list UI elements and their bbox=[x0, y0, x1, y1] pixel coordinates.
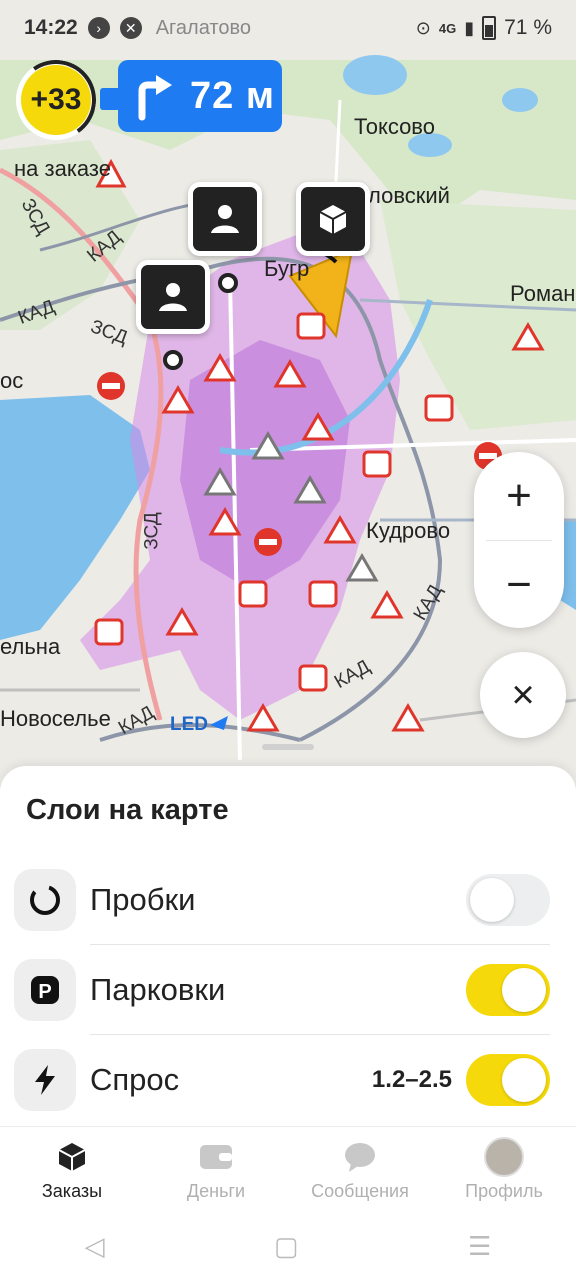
toggle-knob bbox=[502, 968, 546, 1012]
tab-label: Заказы bbox=[41, 1180, 103, 1201]
zoom-control: + − bbox=[474, 452, 564, 628]
box-icon bbox=[58, 1142, 86, 1171]
parking-toggle[interactable] bbox=[466, 964, 550, 1016]
sheet-title: Слои на карте bbox=[26, 794, 229, 826]
activity-score-badge[interactable]: +33 bbox=[9, 53, 103, 147]
tab-label: Деньги bbox=[186, 1180, 246, 1201]
person-icon bbox=[211, 205, 239, 233]
demand-toggle[interactable] bbox=[466, 1054, 550, 1106]
map-label-romanov: Романов bbox=[510, 281, 576, 306]
map-label-elna: ельна bbox=[0, 634, 61, 659]
toggle-knob bbox=[502, 1058, 546, 1102]
status-bar: 14:22 › ✕ Агалатово ⊙ 4G ▮ 71 % bbox=[0, 0, 576, 56]
home-icon[interactable]: ▢ bbox=[274, 1231, 299, 1262]
tab-messages[interactable]: Сообщения bbox=[288, 1127, 432, 1213]
map-label-lovsky: ловский bbox=[368, 183, 450, 208]
map-label-zsd-1: ЗСД bbox=[141, 512, 163, 550]
map-label-bugry: Бугр bbox=[264, 256, 310, 281]
turn-right-arrow-icon bbox=[138, 75, 172, 121]
tab-label: Сообщения bbox=[311, 1180, 409, 1201]
layer-row-demand[interactable]: Спрос 1.2–2.5 bbox=[14, 1036, 550, 1124]
menu-icon[interactable]: ☰ bbox=[468, 1231, 491, 1262]
traffic-icon bbox=[14, 869, 76, 931]
toggle-knob bbox=[470, 878, 514, 922]
navigation-instruction[interactable]: 72 м bbox=[118, 60, 282, 132]
traffic-toggle[interactable] bbox=[466, 874, 550, 926]
map-label-toksovo: Токсово bbox=[354, 114, 435, 139]
package-icon bbox=[319, 205, 347, 234]
layer-label: Спрос bbox=[90, 1062, 180, 1097]
navigation-distance: 72 м bbox=[190, 74, 275, 117]
parking-icon: P bbox=[14, 959, 76, 1021]
order-pin-person-1[interactable] bbox=[188, 182, 262, 256]
demand-range: 1.2–2.5 bbox=[371, 1066, 452, 1093]
zoom-in-button[interactable]: + bbox=[474, 452, 564, 540]
back-icon[interactable]: ◁ bbox=[85, 1231, 105, 1262]
map-label-novoselye: Новоселье bbox=[0, 706, 111, 731]
order-pin-package[interactable] bbox=[296, 182, 370, 256]
system-navigation-bar: ◁ ▢ ☰ bbox=[0, 1212, 576, 1280]
layer-label: Пробки bbox=[90, 882, 196, 917]
battery-level: 71 % bbox=[504, 16, 552, 39]
tab-profile[interactable]: Профиль bbox=[432, 1127, 576, 1213]
map-label-os: ос bbox=[0, 368, 24, 393]
layer-label: Парковки bbox=[90, 972, 226, 1007]
compass-icon: ✕ bbox=[119, 17, 142, 39]
navigation-app-icon: › bbox=[87, 17, 110, 39]
map-label-na-zakaze: на заказе bbox=[14, 156, 111, 181]
location-icon: ⊙ bbox=[415, 17, 431, 38]
svg-text:P: P bbox=[38, 981, 51, 1003]
tab-money[interactable]: Деньги bbox=[144, 1127, 288, 1213]
lightning-icon bbox=[14, 1049, 76, 1111]
layer-row-traffic[interactable]: Пробки bbox=[14, 856, 550, 944]
battery-icon bbox=[482, 16, 497, 40]
close-layers-button[interactable]: × bbox=[480, 652, 566, 738]
sheet-drag-handle[interactable] bbox=[262, 744, 314, 750]
status-location: Агалатово bbox=[155, 16, 251, 39]
bottom-tab-bar: Заказы Деньги Сообщения Профиль bbox=[0, 1126, 576, 1213]
row-divider bbox=[90, 944, 550, 945]
layer-row-parking[interactable]: P Парковки bbox=[14, 946, 550, 1034]
map-label-kudrovo: Кудрово bbox=[366, 518, 451, 543]
chat-icon bbox=[345, 1142, 375, 1172]
zoom-out-button[interactable]: − bbox=[474, 541, 564, 629]
wallet-icon bbox=[200, 1144, 232, 1169]
map-layers-sheet: Слои на карте Пробки P Парковки Спрос 1.… bbox=[0, 766, 576, 1126]
order-pin-person-2[interactable] bbox=[136, 260, 210, 334]
network-type: 4G bbox=[438, 20, 457, 36]
map-label-led: LED bbox=[170, 714, 208, 735]
status-time: 14:22 bbox=[24, 16, 78, 39]
avatar bbox=[484, 1136, 524, 1177]
tab-orders[interactable]: Заказы bbox=[0, 1127, 144, 1213]
tab-label: Профиль bbox=[465, 1180, 543, 1201]
row-divider bbox=[90, 1034, 550, 1035]
signal-icon: ▮ bbox=[464, 17, 475, 38]
person-icon bbox=[159, 283, 187, 311]
